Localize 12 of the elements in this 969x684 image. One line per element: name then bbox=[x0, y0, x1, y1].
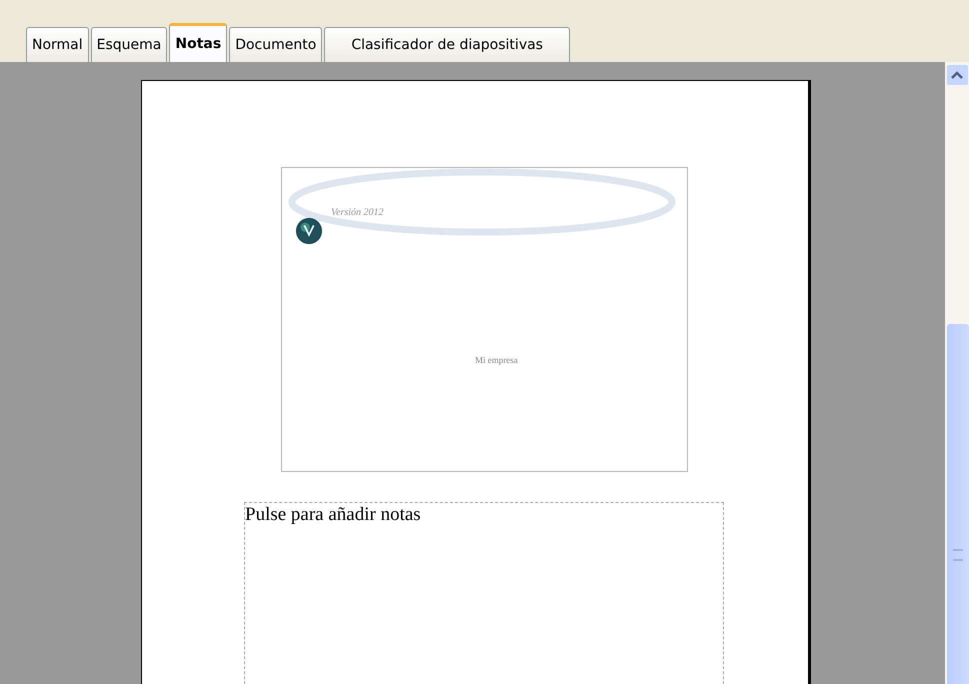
view-tab[interactable]: Documento bbox=[229, 27, 322, 62]
vertical-scrollbar[interactable] bbox=[945, 62, 969, 684]
scroll-up-icon[interactable] bbox=[946, 64, 968, 86]
globe-icon bbox=[294, 217, 324, 245]
view-tab[interactable]: Normal bbox=[26, 27, 89, 62]
notes-field[interactable]: Pulse para añadir notas bbox=[244, 502, 724, 684]
view-tab[interactable]: Clasificador de diapositivas bbox=[324, 27, 570, 62]
view-tab[interactable]: Notas bbox=[169, 23, 228, 62]
scroll-thumb[interactable] bbox=[947, 324, 969, 684]
view-tab[interactable]: Esquema bbox=[90, 27, 168, 62]
slide-subtitle: Versión 2012 bbox=[331, 207, 384, 218]
company-text: Mi empresa bbox=[475, 355, 518, 365]
